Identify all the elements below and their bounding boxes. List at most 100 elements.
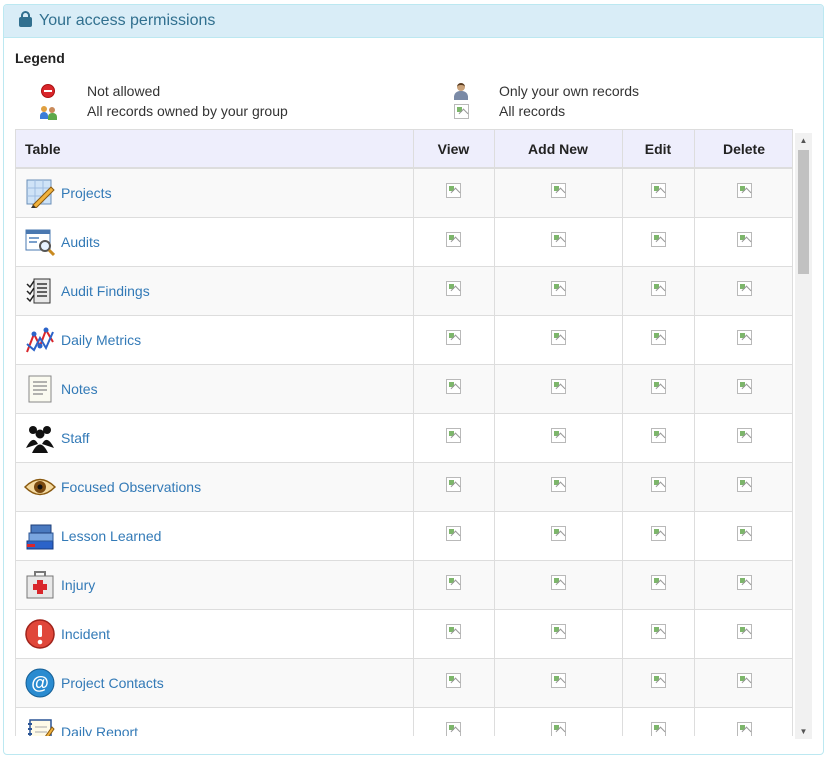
table-link[interactable]: Notes xyxy=(61,381,98,397)
scroll-thumb[interactable] xyxy=(798,150,809,274)
not-allowed-icon xyxy=(41,84,59,102)
permission-cell-delete xyxy=(694,314,792,364)
scroll-down-icon[interactable]: ▼ xyxy=(795,724,812,739)
table-link[interactable]: Lesson Learned xyxy=(61,528,161,544)
legend-group-records: All records owned by your group xyxy=(87,103,288,119)
permission-cell-add-new xyxy=(494,216,623,266)
permission-edit-broken-image-icon xyxy=(650,672,666,688)
permission-cell-edit xyxy=(622,216,695,266)
header-view: View xyxy=(413,130,495,169)
permission-delete-broken-image-icon xyxy=(736,525,752,541)
at-sign-icon: @ xyxy=(24,667,56,699)
permission-cell-edit xyxy=(622,510,695,560)
permission-view-broken-image-icon xyxy=(446,182,461,198)
table-row: Staff xyxy=(16,412,792,462)
permission-edit-broken-image-icon xyxy=(650,182,666,198)
permission-cell-add-new xyxy=(494,608,623,658)
eye-icon xyxy=(24,471,56,503)
table-row: Daily Report xyxy=(16,706,792,736)
table-row: Projects xyxy=(16,167,792,217)
permission-cell-add-new xyxy=(494,559,623,609)
legend-not-allowed: Not allowed xyxy=(87,83,161,99)
permission-add-new-broken-image-icon xyxy=(550,182,566,198)
permission-cell-add-new xyxy=(494,461,623,511)
all-records-broken-image-icon xyxy=(454,104,472,122)
table-scrollbar[interactable]: ▲ ▼ xyxy=(795,133,812,739)
table-name-cell: Focused Observations xyxy=(16,461,414,511)
own-record-person-icon xyxy=(454,83,472,101)
notebook-icon xyxy=(24,716,56,736)
table-name-cell: Daily Metrics xyxy=(16,314,414,364)
permission-delete-broken-image-icon xyxy=(736,427,752,443)
table-link[interactable]: Staff xyxy=(61,430,90,446)
table-row: Notes xyxy=(16,363,792,413)
permissions-table-container[interactable]: Table View Add New Edit Delete Projects A… xyxy=(15,129,793,736)
table-row: Focused Observations xyxy=(16,461,792,511)
panel-title: Your access permissions xyxy=(39,12,216,29)
legend-own-records: Only your own records xyxy=(499,83,640,99)
permission-add-new-broken-image-icon xyxy=(550,476,566,492)
permission-cell-delete xyxy=(694,216,792,266)
permission-add-new-broken-image-icon xyxy=(550,574,566,590)
permission-cell-add-new xyxy=(494,412,623,462)
permission-cell-view xyxy=(413,216,495,266)
permission-delete-broken-image-icon xyxy=(736,574,752,590)
permission-cell-view xyxy=(413,461,495,511)
permission-delete-broken-image-icon xyxy=(736,672,752,688)
table-row: Incident xyxy=(16,608,792,658)
permission-view-broken-image-icon xyxy=(446,476,461,492)
permission-edit-broken-image-icon xyxy=(650,525,666,541)
table-link[interactable]: Audits xyxy=(61,234,100,250)
permission-cell-add-new xyxy=(494,706,623,736)
permission-cell-delete xyxy=(694,657,792,707)
permission-cell-delete xyxy=(694,265,792,315)
table-link[interactable]: Daily Metrics xyxy=(61,332,141,348)
table-link[interactable]: Project Contacts xyxy=(61,675,164,691)
permission-add-new-broken-image-icon xyxy=(550,623,566,639)
header-add-new: Add New xyxy=(494,130,623,169)
permission-delete-broken-image-icon xyxy=(736,280,752,296)
legend-title: Legend xyxy=(15,50,65,66)
permission-cell-delete xyxy=(694,608,792,658)
table-link[interactable]: Focused Observations xyxy=(61,479,201,495)
permission-delete-broken-image-icon xyxy=(736,476,752,492)
table-link[interactable]: Projects xyxy=(61,185,112,201)
permission-delete-broken-image-icon xyxy=(736,378,752,394)
table-name-cell: Daily Report xyxy=(16,706,414,736)
table-name-cell: Audit Findings xyxy=(16,265,414,315)
table-row: Injury xyxy=(16,559,792,609)
permission-cell-edit xyxy=(622,559,695,609)
permission-cell-view xyxy=(413,510,495,560)
table-link[interactable]: Incident xyxy=(61,626,110,642)
permission-cell-delete xyxy=(694,510,792,560)
permission-delete-broken-image-icon xyxy=(736,329,752,345)
table-row: Lesson Learned xyxy=(16,510,792,560)
permission-cell-edit xyxy=(622,363,695,413)
header-edit: Edit xyxy=(622,130,695,169)
permission-add-new-broken-image-icon xyxy=(550,329,566,345)
permission-cell-view xyxy=(413,559,495,609)
permission-cell-add-new xyxy=(494,265,623,315)
permission-view-broken-image-icon xyxy=(446,280,461,296)
permission-add-new-broken-image-icon xyxy=(550,672,566,688)
table-link[interactable]: Audit Findings xyxy=(61,283,150,299)
permission-cell-view xyxy=(413,265,495,315)
table-link[interactable]: Injury xyxy=(61,577,95,593)
table-name-cell: @ Project Contacts xyxy=(16,657,414,707)
scroll-up-icon[interactable]: ▲ xyxy=(795,133,812,148)
permission-cell-view xyxy=(413,167,495,217)
checklist-icon xyxy=(24,275,56,307)
magnifier-window-icon xyxy=(24,226,56,258)
permission-view-broken-image-icon xyxy=(446,525,461,541)
permission-edit-broken-image-icon xyxy=(650,329,666,345)
permission-view-broken-image-icon xyxy=(446,378,461,394)
permission-view-broken-image-icon xyxy=(446,427,461,443)
permission-edit-broken-image-icon xyxy=(650,378,666,394)
permission-cell-delete xyxy=(694,167,792,217)
permission-cell-delete xyxy=(694,412,792,462)
permission-cell-add-new xyxy=(494,510,623,560)
table-link[interactable]: Daily Report xyxy=(61,724,138,736)
pencil-grid-icon xyxy=(24,177,56,209)
permission-edit-broken-image-icon xyxy=(650,574,666,590)
table-name-cell: Lesson Learned xyxy=(16,510,414,560)
